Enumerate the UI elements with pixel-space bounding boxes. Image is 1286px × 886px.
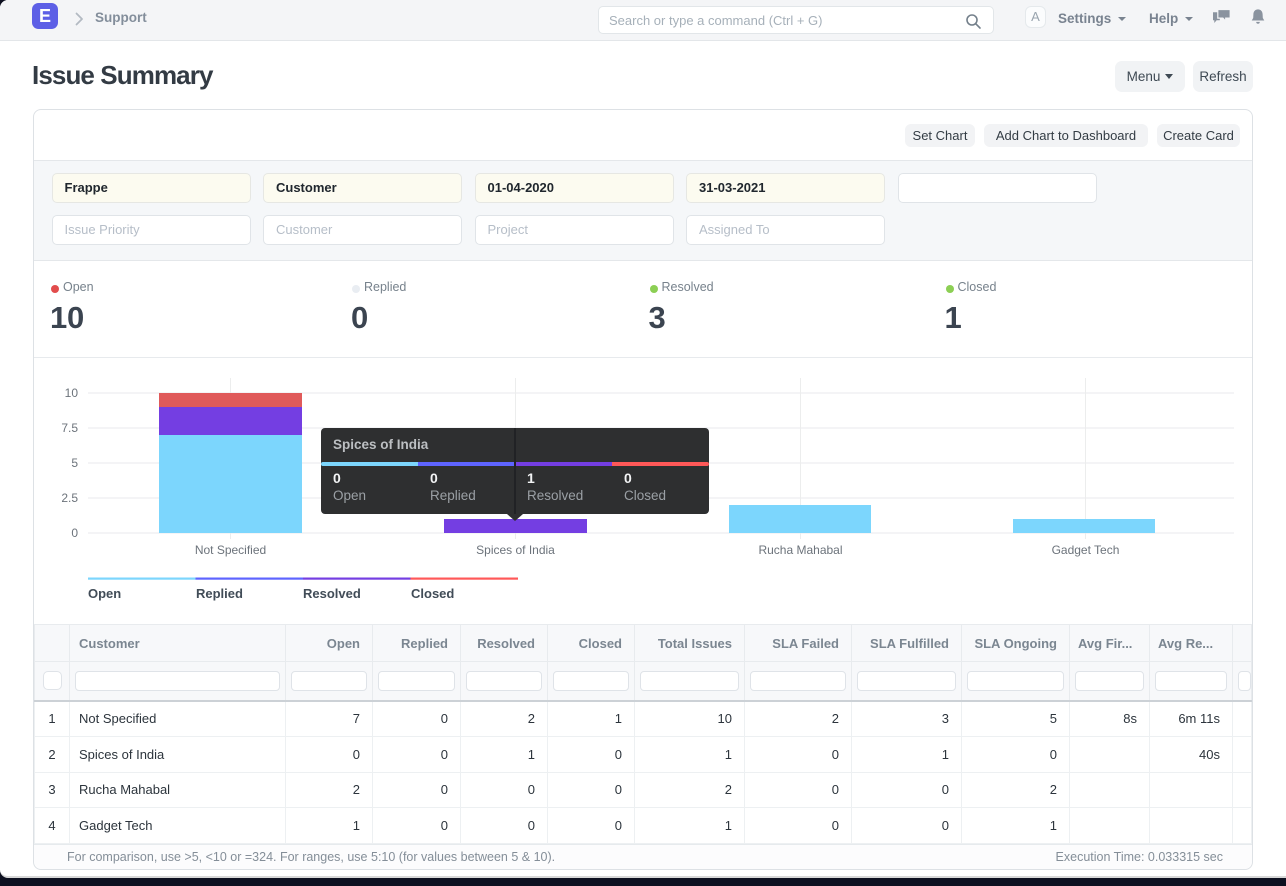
svg-text:Resolved: Resolved xyxy=(303,586,361,601)
svg-text:10: 10 xyxy=(65,386,79,400)
svg-text:Replied: Replied xyxy=(196,586,243,601)
svg-text:Not Specified: Not Specified xyxy=(195,543,266,557)
svg-text:Rucha Mahabal: Rucha Mahabal xyxy=(758,543,842,557)
svg-text:0: 0 xyxy=(71,526,78,540)
svg-text:Spices of India: Spices of India xyxy=(476,543,555,557)
svg-text:Open: Open xyxy=(88,586,121,601)
svg-text:2.5: 2.5 xyxy=(61,491,78,505)
svg-text:Closed: Closed xyxy=(411,586,454,601)
svg-text:7.5: 7.5 xyxy=(61,421,78,435)
svg-text:Gadget Tech: Gadget Tech xyxy=(1052,543,1120,557)
svg-text:5: 5 xyxy=(71,456,78,470)
